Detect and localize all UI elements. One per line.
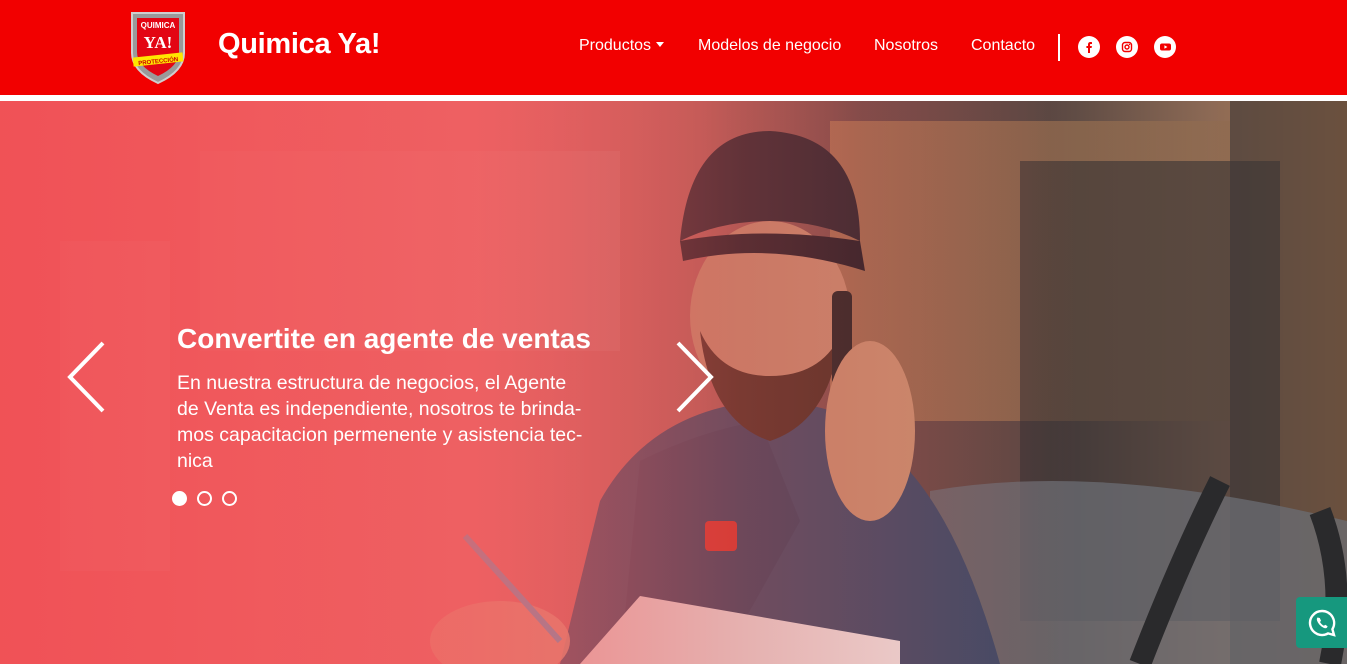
nav-item-nosotros[interactable]: Nosotros: [874, 37, 938, 55]
whatsapp-icon: [1308, 609, 1336, 637]
carousel-prev-button[interactable]: [63, 339, 111, 415]
chevron-right-icon: [676, 341, 714, 413]
whatsapp-button[interactable]: [1296, 597, 1347, 648]
hero-description-line: de Venta es independiente, nosotros te b…: [177, 398, 582, 420]
nav-menu: Productos Modelos de negocio Nosotros Co…: [0, 37, 1347, 61]
nav-item-modelos-de-negocio[interactable]: Modelos de negocio: [698, 37, 841, 55]
logo-text-top: QUIMICA: [141, 21, 176, 30]
hero-description: En nuestra estructura de negocios, el Ag…: [177, 370, 627, 474]
carousel-next-button[interactable]: [670, 339, 718, 415]
carousel-indicator-2[interactable]: [197, 491, 212, 506]
youtube-icon[interactable]: [1154, 36, 1176, 58]
navbar: QUIMICA YA! PROTECCIÓN Quimica Ya! Produ…: [0, 0, 1347, 95]
nav-item-contacto[interactable]: Contacto: [971, 37, 1035, 55]
hero-description-line: nica: [177, 450, 213, 472]
carousel-indicator-3[interactable]: [222, 491, 237, 506]
hero-title: Convertite en agente de ventas: [177, 323, 591, 354]
caret-down-icon: [656, 42, 665, 47]
nav-item-productos[interactable]: Productos: [579, 37, 665, 55]
hero-description-line: mos capacitacion permenente y asistencia…: [177, 424, 583, 446]
carousel-indicator-1[interactable]: [172, 491, 187, 506]
instagram-icon[interactable]: [1116, 36, 1138, 58]
nav-label-productos: Productos: [579, 37, 652, 54]
hero-description-line: En nuestra estructura de negocios, el Ag…: [177, 372, 567, 394]
nav-divider: [1058, 34, 1060, 61]
chevron-left-icon: [67, 341, 105, 413]
facebook-icon[interactable]: [1078, 36, 1100, 58]
hero-carousel: Convertite en agente de ventas En nuestr…: [0, 101, 1347, 664]
